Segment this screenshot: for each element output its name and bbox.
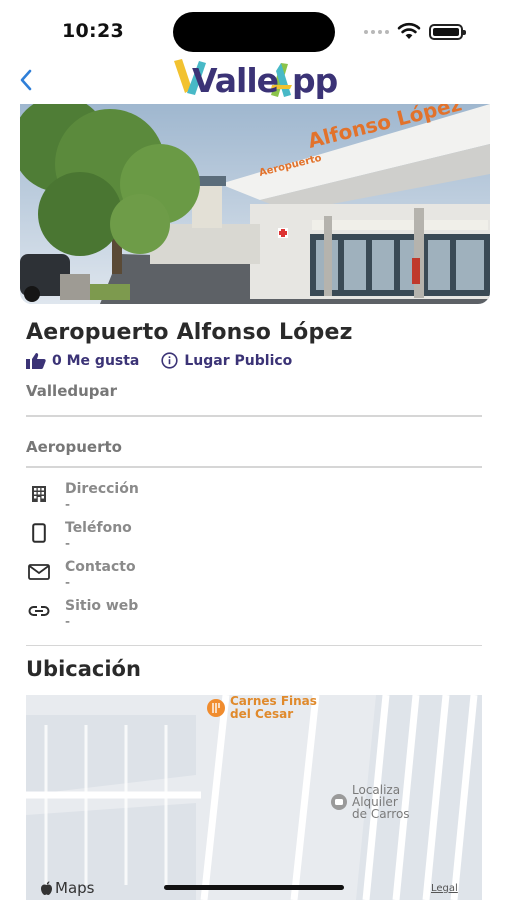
cellular-signal-icon xyxy=(364,30,389,34)
status-bar: 10:23 xyxy=(0,0,507,60)
poi-rental-label[interactable]: Localiza Alquiler de Carros xyxy=(352,784,410,820)
logo-text-right: pp xyxy=(292,61,338,100)
location-map[interactable]: Carnes Finas del Cesar Localiza Alquiler… xyxy=(26,695,482,900)
home-indicator[interactable] xyxy=(164,885,344,890)
app-logo: Valle pp xyxy=(168,55,343,107)
mail-icon xyxy=(26,561,52,583)
like-button[interactable]: 0 Me gusta xyxy=(26,352,140,369)
battery-icon xyxy=(429,24,466,40)
place-type: Lugar Publico xyxy=(161,352,292,369)
info-value: - xyxy=(65,536,71,552)
building-icon xyxy=(26,483,52,505)
info-value: - xyxy=(65,575,71,591)
info-circle-icon xyxy=(161,352,178,369)
apple-maps-attribution: Maps xyxy=(40,879,94,897)
info-label: Dirección xyxy=(65,481,139,497)
info-row-website: Sitio web - xyxy=(26,598,476,634)
place-meta-row: 0 Me gusta Lugar Publico xyxy=(26,352,292,369)
place-category: Aeropuerto xyxy=(26,438,122,456)
map-legal-link[interactable]: Legal xyxy=(431,883,458,894)
wifi-icon xyxy=(397,22,421,39)
place-type-label: Lugar Publico xyxy=(184,352,293,369)
info-row-contact: Contacto - xyxy=(26,559,476,595)
info-label: Contacto xyxy=(65,559,136,575)
map-streets xyxy=(26,695,482,900)
divider xyxy=(26,645,482,646)
info-row-address: Dirección - xyxy=(26,481,476,517)
place-title: Aeropuerto Alfonso López xyxy=(26,320,353,345)
likes-count: 0 Me gusta xyxy=(52,352,140,369)
info-label: Teléfono xyxy=(65,520,132,536)
phone-icon xyxy=(26,522,52,544)
info-row-phone: Teléfono - xyxy=(26,520,476,556)
chevron-left-icon xyxy=(20,69,32,91)
back-button[interactable] xyxy=(8,62,44,98)
place-city: Valledupar xyxy=(26,382,118,400)
apple-logo-icon xyxy=(41,880,52,895)
logo-text-left: Valle xyxy=(192,61,279,100)
info-value: - xyxy=(65,497,71,513)
location-section-title: Ubicación xyxy=(26,657,141,681)
dynamic-island xyxy=(173,12,335,52)
place-photo: Alfonso López Aeropuerto xyxy=(20,104,490,304)
airport-photo-illustration: Alfonso López Aeropuerto xyxy=(20,104,490,304)
divider xyxy=(26,466,482,468)
link-icon xyxy=(26,600,52,622)
status-time: 10:23 xyxy=(62,20,124,42)
info-label: Sitio web xyxy=(65,598,139,614)
thumbs-up-icon xyxy=(26,352,46,369)
info-value: - xyxy=(65,614,71,630)
poi-restaurant-label[interactable]: Carnes Finas del Cesar xyxy=(230,695,317,721)
divider xyxy=(26,415,482,417)
